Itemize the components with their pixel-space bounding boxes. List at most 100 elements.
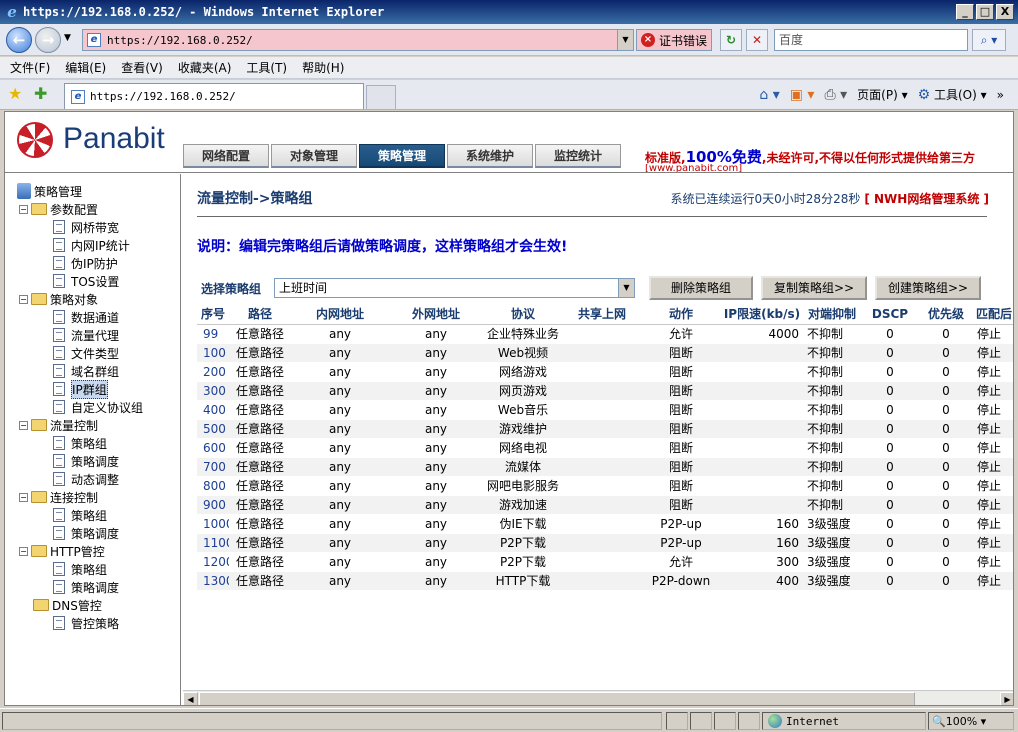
tree-group-policy-objects[interactable]: − 策略对象 <box>19 290 98 308</box>
print-icon[interactable]: ⎙ ▾ <box>824 87 847 103</box>
cell-rule-id[interactable]: 1300 <box>197 571 229 591</box>
search-button[interactable]: ⌕ ▾ <box>972 29 1006 51</box>
nav-monitoring[interactable]: 监控统计 <box>535 144 621 168</box>
table-row[interactable]: 200 任意路径 any any 网络游戏 阻断 不抑制 0 0 停止 <box>197 362 1013 382</box>
copy-policy-group-button[interactable]: 复制策略组>> <box>761 276 867 300</box>
scroll-right-icon[interactable]: ▶ <box>1000 692 1013 705</box>
tree-group-http-control[interactable]: − HTTP管控 <box>19 542 105 560</box>
nav-system-maintenance[interactable]: 系统维护 <box>447 144 533 168</box>
address-dropdown-icon[interactable]: ▼ <box>617 30 633 50</box>
cell-rule-id[interactable]: 200 <box>197 362 229 382</box>
tools-menu[interactable]: ⚙ 工具(O) ▾ <box>918 86 987 103</box>
cell-rule-id[interactable]: 100 <box>197 343 229 363</box>
tree-group-connection-control[interactable]: − 连接控制 <box>19 488 98 506</box>
page-menu[interactable]: 页面(P) ▾ <box>857 86 907 103</box>
collapse-icon[interactable]: − <box>19 492 28 502</box>
menu-edit[interactable]: 编辑(E) <box>65 59 106 76</box>
stop-icon[interactable]: ✕ <box>746 29 768 51</box>
scroll-thumb[interactable] <box>199 692 915 705</box>
tree-item-lan-ip-stats[interactable]: 内网IP统计 <box>53 236 130 254</box>
cell-rule-id[interactable]: 600 <box>197 438 229 458</box>
delete-policy-group-button[interactable]: 删除策略组 <box>649 276 753 300</box>
browser-tab[interactable]: e https://192.168.0.252/ <box>64 83 364 109</box>
tree-group-params[interactable]: − 参数配置 <box>19 200 98 218</box>
cell-rule-id[interactable]: 400 <box>197 400 229 420</box>
notice-url[interactable]: [www.panabit.com] <box>645 164 805 172</box>
cell-rule-id[interactable]: 700 <box>197 457 229 477</box>
table-row[interactable]: 800 任意路径 any any 网吧电影服务 阻断 不抑制 0 0 停止 <box>197 476 1013 496</box>
maximize-button[interactable]: □ <box>976 4 994 20</box>
favorites-star-icon[interactable]: ★ <box>8 85 22 103</box>
address-url[interactable]: https://192.168.0.252/ <box>107 34 253 47</box>
forward-button[interactable]: → <box>35 27 61 53</box>
policy-group-select[interactable]: 上班时间 ▼ <box>274 278 635 298</box>
search-input[interactable]: 百度 <box>774 29 968 51</box>
table-row[interactable]: 1300任意路径anyanyHTTP下载P2P-down4003级强度00停止 <box>197 571 1013 591</box>
tree-item-custom-protocol-groups[interactable]: 自定义协议组 <box>53 398 143 416</box>
tree-item-file-types[interactable]: 文件类型 <box>53 344 119 362</box>
tree-item-flow-policy-schedule[interactable]: 策略调度 <box>53 452 119 470</box>
new-tab-button[interactable] <box>366 85 396 109</box>
cell-rule-id[interactable]: 99 <box>197 324 229 344</box>
tree-group-dns-control[interactable]: DNS管控 <box>33 596 102 614</box>
table-row[interactable]: 100 任意路径 any any Web视频 阻断 不抑制 0 0 停止 <box>197 343 1013 363</box>
nav-policy-management[interactable]: 策略管理 <box>359 144 445 168</box>
cell-rule-id[interactable]: 1100 <box>197 533 229 553</box>
create-policy-group-button[interactable]: 创建策略组>> <box>875 276 981 300</box>
table-row[interactable]: 99 任意路径 any any 企业特殊业务 允许 4000 不抑制 0 0 停止 <box>197 324 1013 344</box>
minimize-button[interactable]: _ <box>956 4 974 20</box>
cell-rule-id[interactable]: 900 <box>197 495 229 515</box>
collapse-icon[interactable]: − <box>19 294 28 304</box>
tree-root[interactable]: 策略管理 <box>17 182 82 200</box>
collapse-icon[interactable]: − <box>19 204 28 214</box>
chevron-down-icon[interactable]: ▼ <box>618 279 634 297</box>
table-row[interactable]: 900 任意路径 any any 游戏加速 阻断 不抑制 0 0 停止 <box>197 495 1013 515</box>
zoom-control[interactable]: 🔍 100% ▾ <box>932 712 986 730</box>
cell-rule-id[interactable]: 500 <box>197 419 229 439</box>
table-row[interactable]: 1000任意路径anyany伪IE下载P2P-up1603级强度00停止 <box>197 514 1013 534</box>
menu-favorites[interactable]: 收藏夹(A) <box>178 59 232 76</box>
history-dropdown-icon[interactable]: ▼ <box>64 33 71 43</box>
horizontal-scrollbar[interactable]: ◀ ▶ <box>183 690 1013 705</box>
tree-group-flow-control[interactable]: − 流量控制 <box>19 416 98 434</box>
tree-item-conn-policy-group[interactable]: 策略组 <box>53 506 107 524</box>
tree-item-dynamic-adjust[interactable]: 动态调整 <box>53 470 119 488</box>
tree-item-http-policy-schedule[interactable]: 策略调度 <box>53 578 119 596</box>
add-favorite-icon[interactable]: ✚ <box>34 85 47 103</box>
nav-object-management[interactable]: 对象管理 <box>271 144 357 168</box>
security-zone[interactable]: Internet <box>768 712 839 730</box>
close-button[interactable]: X <box>996 4 1014 20</box>
tree-item-tos[interactable]: TOS设置 <box>53 272 119 290</box>
tree-item-data-channel[interactable]: 数据通道 <box>53 308 119 326</box>
table-row[interactable]: 1200任意路径anyanyP2P下载允许3003级强度00停止 <box>197 552 1013 572</box>
tree-item-fake-ip[interactable]: 伪IP防护 <box>53 254 118 272</box>
tree-item-ip-groups[interactable]: IP群组 <box>53 379 108 399</box>
more-chevron-icon[interactable]: » <box>997 88 1004 102</box>
menu-tools[interactable]: 工具(T) <box>246 59 287 76</box>
tree-item-conn-policy-schedule[interactable]: 策略调度 <box>53 524 119 542</box>
tree-item-domain-groups[interactable]: 域名群组 <box>53 362 119 380</box>
back-button[interactable]: ← <box>6 27 32 53</box>
cell-rule-id[interactable]: 800 <box>197 476 229 496</box>
menu-help[interactable]: 帮助(H) <box>302 59 344 76</box>
cell-rule-id[interactable]: 300 <box>197 381 229 401</box>
refresh-icon[interactable]: ↻ <box>720 29 742 51</box>
menu-file[interactable]: 文件(F) <box>10 59 50 76</box>
table-row[interactable]: 600 任意路径 any any 网络电视 阻断 不抑制 0 0 停止 <box>197 438 1013 458</box>
collapse-icon[interactable]: − <box>19 546 28 556</box>
tree-item-traffic-proxy[interactable]: 流量代理 <box>53 326 119 344</box>
table-row[interactable]: 500 任意路径 any any 游戏维护 阻断 不抑制 0 0 停止 <box>197 419 1013 439</box>
table-row[interactable]: 300 任意路径 any any 网页游戏 阻断 不抑制 0 0 停止 <box>197 381 1013 401</box>
nav-network-config[interactable]: 网络配置 <box>183 144 269 168</box>
collapse-icon[interactable]: − <box>19 420 28 430</box>
table-row[interactable]: 400 任意路径 any any Web音乐 阻断 不抑制 0 0 停止 <box>197 400 1013 420</box>
cell-rule-id[interactable]: 1000 <box>197 514 229 534</box>
scroll-left-icon[interactable]: ◀ <box>183 692 198 705</box>
feeds-icon[interactable]: ▣ ▾ <box>790 87 815 103</box>
tree-item-bridge-bandwidth[interactable]: 网桥带宽 <box>53 218 119 236</box>
address-bar[interactable]: e https://192.168.0.252/ ▼ <box>82 29 634 51</box>
table-row[interactable]: 1100任意路径anyanyP2P下载P2P-up1603级强度00停止 <box>197 533 1013 553</box>
home-icon[interactable]: ⌂ ▾ <box>759 87 779 103</box>
tree-item-http-policy-group[interactable]: 策略组 <box>53 560 107 578</box>
table-row[interactable]: 700 任意路径 any any 流媒体 阻断 不抑制 0 0 停止 <box>197 457 1013 477</box>
